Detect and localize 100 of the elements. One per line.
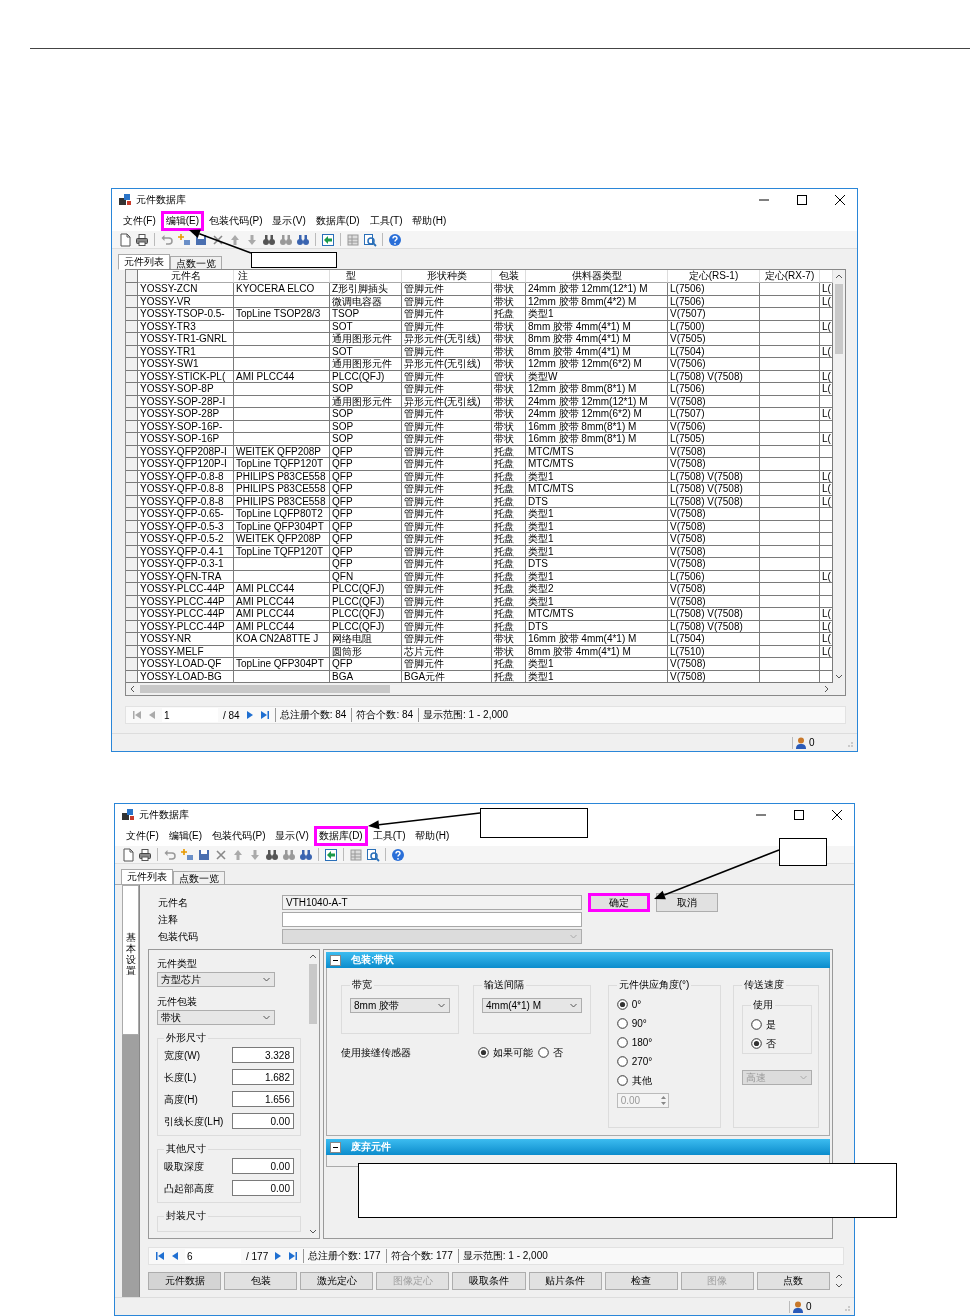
row-header[interactable] [126,483,138,496]
binoculars-icon[interactable] [265,847,279,862]
row-header[interactable] [126,358,138,371]
page-field[interactable]: 6 [185,1249,241,1263]
tab[interactable]: 点数一览 [170,256,222,270]
magnifier-icon[interactable] [366,847,380,862]
tab[interactable]: 元件列表 [121,869,173,885]
radio-button[interactable] [616,1037,628,1048]
column-header[interactable]: 注 [234,270,330,283]
radio-button[interactable] [616,1075,628,1086]
export-icon[interactable] [324,847,338,862]
row-header[interactable] [126,333,138,346]
radio-button[interactable] [478,1047,489,1058]
menu-item[interactable]: 文件(F) [118,211,161,231]
delete-icon[interactable] [211,232,225,247]
save-icon[interactable] [194,232,208,247]
first-page-icon[interactable] [132,710,142,720]
column-header[interactable]: 定心(RS-1) [668,270,760,283]
close-icon[interactable] [835,195,845,205]
row-header[interactable] [126,383,138,396]
text-field[interactable] [282,912,582,927]
menu-item[interactable]: 数据库(D) [310,211,365,231]
add-icon[interactable] [180,847,194,862]
page-button[interactable]: 贴片条件 [528,1272,602,1290]
collapse-button[interactable] [330,954,341,966]
grid-icon[interactable] [349,847,363,862]
row-header[interactable] [126,583,138,596]
radio-button[interactable] [538,1047,549,1058]
row-header[interactable] [126,608,138,621]
scrollbar[interactable] [833,270,845,683]
number-field[interactable]: 1.682 [232,1069,294,1085]
side-tab[interactable]: 基本设置 [122,885,139,1035]
number-field[interactable]: 0.00 [232,1158,294,1174]
menu-item[interactable]: 文件(F) [121,826,164,846]
row-header[interactable] [126,308,138,321]
new-file-icon[interactable] [121,847,135,862]
number-field[interactable]: 0.00 [232,1113,294,1129]
row-header[interactable] [126,658,138,671]
new-file-icon[interactable] [118,232,132,247]
binoculars-icon[interactable] [262,232,276,247]
menu-item[interactable]: 工具(T) [367,826,411,846]
page-button[interactable]: 吸取条件 [452,1272,526,1290]
text-field[interactable]: VTH1040-A-T [282,895,582,910]
scroll-thumb[interactable] [835,284,843,354]
scroll-thumb[interactable] [140,685,390,693]
column-header[interactable]: 元件名 [138,270,234,283]
row-header[interactable] [126,633,138,646]
page-button[interactable]: 包装 [224,1272,298,1290]
tab[interactable]: 元件列表 [118,254,170,270]
menu-item[interactable]: 显示(V) [267,211,311,231]
maximize-icon[interactable] [797,195,807,205]
row-header[interactable] [126,458,138,471]
binoculars-icon[interactable] [299,847,313,862]
maximize-icon[interactable] [794,810,804,820]
scroll-thumb[interactable] [309,964,317,1024]
export-icon[interactable] [321,232,335,247]
print-icon[interactable] [135,232,149,247]
row-header[interactable] [126,283,138,296]
dropdown[interactable]: 带状 [157,1010,275,1025]
undo-icon[interactable] [163,847,177,862]
previous-page-icon[interactable] [147,710,157,720]
row-header[interactable] [126,408,138,421]
page-field[interactable]: 1 [162,708,218,722]
scrollbar[interactable] [126,683,845,695]
column-header[interactable]: 包装 [492,270,526,283]
last-page-icon[interactable] [288,1251,299,1261]
grid-icon[interactable] [346,232,360,247]
column-header[interactable]: 供料器类型 [526,270,668,283]
row-header[interactable] [126,508,138,521]
dropdown[interactable]: 4mm(4*1) M [482,998,582,1013]
column-header[interactable]: 形状种类 [402,270,492,283]
number-field[interactable]: 0.00 [232,1180,294,1196]
dropdown[interactable]: 8mm 胶带 [350,998,450,1013]
first-page-icon[interactable] [155,1251,165,1261]
last-page-icon[interactable] [259,710,270,720]
page-button[interactable]: 元件数据 [148,1272,222,1290]
dropdown[interactable]: 方型芯片 [157,972,275,987]
dialog-button[interactable]: 取消 [656,893,718,912]
print-icon[interactable] [138,847,152,862]
page-button[interactable]: 点数 [756,1272,830,1290]
menu-item[interactable]: 包装代码(P) [204,211,268,231]
menu-item[interactable]: 帮助(H) [407,211,452,231]
help-icon[interactable] [388,232,402,247]
menu-item[interactable]: 帮助(H) [410,826,455,846]
next-page-icon[interactable] [244,710,255,720]
page-button[interactable]: 检查 [604,1272,678,1290]
menu-item[interactable]: 编辑(E) [163,826,208,846]
collapse-button[interactable] [330,1141,341,1153]
number-field[interactable]: 1.656 [232,1091,294,1107]
tab[interactable]: 点数一览 [173,871,225,885]
magnifier-icon[interactable] [363,232,377,247]
previous-page-icon[interactable] [170,1251,180,1261]
row-header[interactable] [126,533,138,546]
radio-button[interactable] [616,1018,628,1029]
undo-icon[interactable] [160,232,174,247]
close-icon[interactable] [832,810,842,820]
radio-button[interactable] [616,1056,628,1067]
column-header[interactable]: 型 [330,270,402,283]
menu-item[interactable]: 工具(T) [364,211,408,231]
row-header[interactable] [126,433,138,446]
